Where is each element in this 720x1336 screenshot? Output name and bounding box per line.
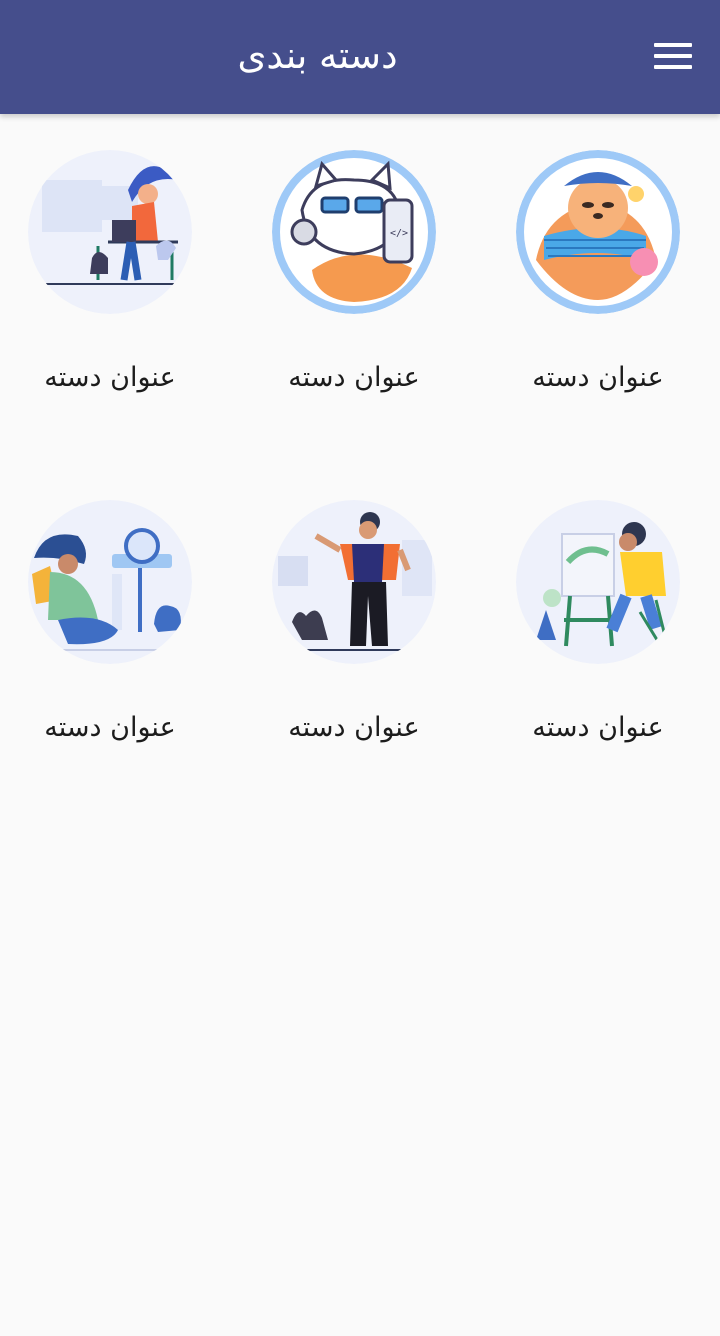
app-bar: دسته بندی [0,0,720,114]
woman-laptop-desk-illustration [28,150,192,314]
category-title: عنوان دسته [532,712,664,743]
category-item[interactable]: عنوان دسته [476,114,720,454]
category-title: عنوان دسته [288,362,420,393]
category-title: عنوان دسته [288,712,420,743]
category-item[interactable]: </> عنوان دسته [232,114,476,454]
category-item[interactable]: عنوان دسته [0,114,232,454]
category-item[interactable]: عنوان دسته [232,464,476,804]
cat-developer-illustration: </> [272,150,436,314]
category-item[interactable]: عنوان دسته [476,464,720,804]
hamburger-menu-icon[interactable] [654,40,692,72]
category-title: عنوان دسته [44,362,176,393]
woman-sitting-with-cat-illustration [28,500,192,664]
man-painting-easel-illustration [516,500,680,664]
category-title: عنوان دسته [44,712,176,743]
svg-text:</>: </> [390,228,408,239]
page-title: دسته بندی [237,34,398,77]
man-standing-with-cat-illustration [272,500,436,664]
sloth-painter-illustration [516,150,680,314]
category-title: عنوان دسته [532,362,664,393]
category-item[interactable]: عنوان دسته [0,464,232,804]
